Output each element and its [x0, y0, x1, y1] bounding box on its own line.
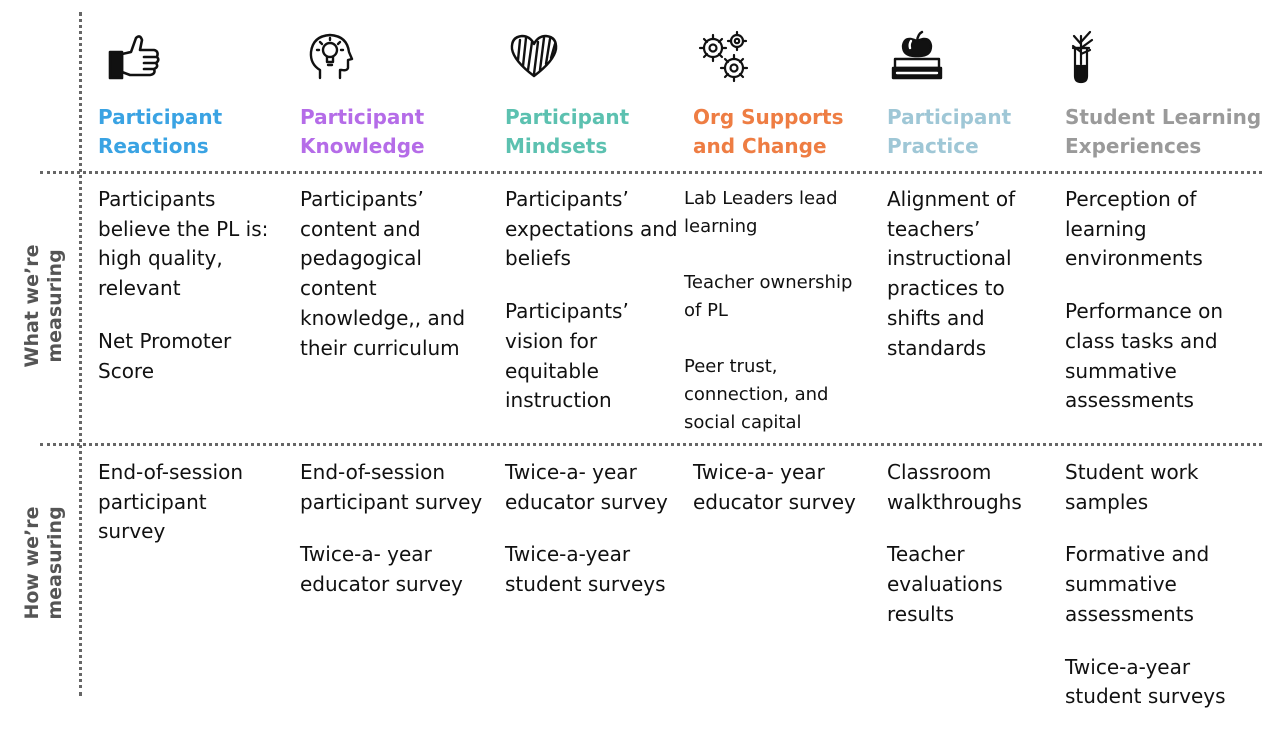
column-header-participant-knowledge: Participant Knowledge	[300, 105, 425, 158]
what-item: Alignment of teachers’ instructional pra…	[887, 187, 1016, 360]
how-item: Teacher evaluations results	[887, 542, 1003, 626]
vertical-divider	[79, 12, 82, 696]
how-item: Classroom walkthroughs	[887, 460, 1022, 514]
what-item: Perception of learning environments	[1065, 187, 1203, 271]
how-item: Twice-a- year educator survey	[505, 460, 668, 514]
what-item: Peer trust, connection, and social capit…	[684, 356, 829, 433]
how-item: End-of-session participant survey	[98, 460, 244, 544]
what-cell-participant-practice: Alignment of teachers’ instructional pra…	[887, 185, 1057, 363]
what-item: Net Promoter Score	[98, 328, 232, 383]
what-cell-student-learning-experiences: Perception of learning environments Perfo…	[1065, 185, 1265, 416]
apple-books-icon	[889, 28, 945, 84]
what-item: Participants’ expectations and beliefs	[505, 187, 678, 271]
what-item: Participants believe the PL is: high qua…	[98, 187, 269, 301]
what-cell-participant-mindsets: Participants’ expectations and beliefs Pa…	[505, 185, 685, 416]
how-cell-student-learning-experiences: Student work samples Formative and summat…	[1065, 458, 1265, 712]
how-item: Twice-a-year student surveys	[505, 542, 666, 597]
how-item: Formative and summative assessments	[1065, 542, 1210, 626]
column-header-participant-reactions: Participant Reactions	[98, 105, 223, 158]
column-header-org-supports-and-change: Org Supports and Change	[693, 105, 844, 158]
what-item: Teacher ownership of PL	[684, 272, 853, 321]
plant-test-tube-icon	[1066, 28, 1122, 84]
how-cell-participant-reactions: End-of-session participant survey	[98, 458, 278, 547]
column-header-participant-practice: Participant Practice	[887, 105, 1012, 158]
what-item: Participants’ vision for equitable instr…	[505, 299, 629, 413]
how-cell-participant-practice: Classroom walkthroughs Teacher evaluation…	[887, 458, 1057, 630]
column-header-student-learning-experiences: Student Learning Experiences	[1065, 105, 1262, 158]
row-divider	[40, 443, 1262, 446]
gears-icon	[696, 28, 752, 84]
how-cell-org-supports-and-change: Twice-a- year educator survey	[693, 458, 868, 517]
how-item: Twice-a-year student surveys	[1065, 654, 1226, 709]
what-cell-participant-reactions: Participants believe the PL is: high qua…	[98, 185, 278, 386]
what-item: Participants’ content and pedagogical co…	[300, 187, 466, 360]
how-item: Student work samples	[1065, 460, 1199, 514]
thumbs-up-icon	[106, 28, 162, 84]
how-cell-participant-mindsets: Twice-a- year educator survey Twice-a-yea…	[505, 458, 685, 600]
how-item: Twice-a- year educator survey	[693, 460, 856, 514]
column-header-participant-mindsets: Participant Mindsets	[505, 105, 630, 158]
what-cell-org-supports-and-change: Lab Leaders lead learning Teacher ownersh…	[684, 185, 859, 437]
how-cell-participant-knowledge: End-of-session participant survey Twice-a…	[300, 458, 490, 600]
row-label-line: What we’re	[21, 244, 43, 368]
how-item: End-of-session participant survey	[300, 460, 483, 514]
what-cell-participant-knowledge: Participants’ content and pedagogical co…	[300, 185, 490, 363]
row-label-line: measuring	[44, 506, 66, 620]
row-label-line: How we’re	[21, 506, 43, 620]
heart-icon	[506, 28, 562, 84]
row-label-line: measuring	[44, 249, 66, 363]
what-item: Lab Leaders lead learning	[684, 188, 838, 237]
how-item: Twice-a- year educator survey	[300, 542, 463, 597]
header-divider	[40, 171, 1262, 174]
head-lightbulb-icon	[302, 28, 358, 84]
what-item: Performance on class tasks and summative…	[1065, 299, 1224, 413]
